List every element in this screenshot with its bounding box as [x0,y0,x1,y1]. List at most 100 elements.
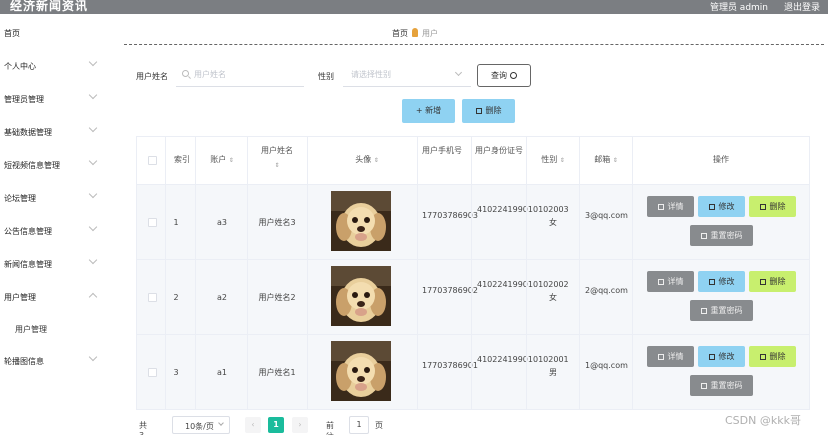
cell-account: a2 [217,293,227,302]
sidebar-item-label: 管理员管理 [4,95,44,104]
page-number-current[interactable]: 1 [268,417,284,433]
column-divider [417,137,418,409]
chevron-down-icon [88,222,98,232]
cell-phone: 17703786903 [422,211,478,220]
detail-button[interactable]: 详情 [647,271,694,292]
sidebar-item-forum[interactable]: 论坛管理 [0,181,110,214]
cell-phone: 17703786902 [422,286,478,295]
sort-icon: ⇕ [228,157,234,164]
chevron-down-icon [454,68,463,77]
cell-gender: 女 [549,218,557,227]
header-gender-label: 性别 [541,155,558,164]
page-size-value: 10条/页 [185,422,214,431]
reset-password-button[interactable]: 重置密码 [690,300,753,321]
header-avatar[interactable]: 头像 ⇕ [327,153,407,168]
sidebar-item-short-video[interactable]: 短视频信息管理 [0,148,110,181]
delete-button-label: 删除 [769,277,786,286]
edit-button-label: 修改 [718,277,735,286]
sidebar-item-personal-center[interactable]: 个人中心 [0,49,110,82]
add-button[interactable]: + 新增 [402,99,455,123]
delete-button[interactable]: 删除 [749,196,796,217]
sidebar-item-users[interactable]: 用户管理 [0,280,110,313]
cell-account: a1 [217,368,227,377]
delete-button[interactable]: 删除 [749,271,796,292]
cell-account: a3 [217,218,227,227]
row-checkbox[interactable] [148,293,157,302]
reset-password-button[interactable]: 重置密码 [690,225,753,246]
user-avatar [331,266,391,326]
sidebar-item-label: 个人中心 [4,62,36,71]
sidebar: 首页 个人中心 管理员管理 基础数据管理 短视频信息管理 论坛管理 公告信息管理… [0,14,110,435]
header-phone[interactable]: 用户手机号 [419,144,465,158]
edit-button[interactable]: 修改 [698,196,745,217]
trash-icon [759,204,766,210]
cell-name: 用户姓名1 [258,368,296,377]
detail-button[interactable]: 详情 [647,196,694,217]
cell-index: 1 [173,218,179,227]
edit-button[interactable]: 修改 [698,271,745,292]
goto-page-input[interactable]: 1 [349,416,369,434]
detail-button-label: 详情 [667,202,684,211]
cell-gender: 男 [549,368,557,377]
sort-icon: ⇕ [612,157,618,164]
sidebar-item-label: 用户管理 [4,293,36,302]
puppy-photo-icon [331,266,391,326]
column-divider [307,137,308,409]
logout-link[interactable]: 退出登录 [784,0,820,13]
select-all-checkbox[interactable] [148,156,157,165]
sidebar-item-label: 公告信息管理 [4,227,52,236]
divider [124,44,824,45]
chevron-down-icon [88,352,98,362]
sidebar-item-admin-management[interactable]: 管理员管理 [0,82,110,115]
breadcrumb-home[interactable]: 首页 [392,29,408,38]
edit-button[interactable]: 修改 [698,346,745,367]
delete-button-label: 删除 [485,106,502,115]
cell-index: 2 [173,293,179,302]
puppy-photo-icon [331,341,391,401]
header-email-label: 邮箱 [594,155,611,164]
page-size-select[interactable]: 10条/页 [172,416,230,434]
detail-button-label: 详情 [667,352,684,361]
cell-idcard: 410224199010102001 [477,355,569,364]
detail-button[interactable]: 详情 [647,346,694,367]
header-gender[interactable]: 性别 ⇕ [527,153,579,168]
cell-name: 用户姓名3 [258,218,296,227]
batch-delete-button[interactable]: 删除 [462,99,515,123]
reset-password-button[interactable]: 重置密码 [690,375,753,396]
user-avatar [331,341,391,401]
sort-icon: ⇕ [274,162,280,169]
column-divider [165,137,166,409]
chevron-down-icon [88,156,98,166]
chevron-down-icon [218,420,224,426]
chevron-down-icon [88,123,98,133]
document-icon [657,354,664,360]
row-checkbox[interactable] [148,218,157,227]
header-idcard[interactable]: 用户身份证号 [475,144,523,158]
reset-password-label: 重置密码 [710,306,743,315]
sidebar-item-carousel[interactable]: 轮播图信息 [0,344,110,377]
table-row: 1 a3 用户姓名3 17703786903 41022419901010200… [137,185,809,260]
header-account[interactable]: 账户 ⇕ [197,153,247,168]
table-header-row: 索引 账户 ⇕ 用户姓名 ⇕ 头像 ⇕ 用户手机号 用户身份证号 性别 ⇕ 邮箱 … [137,137,809,185]
sidebar-item-news[interactable]: 新闻信息管理 [0,247,110,280]
header-name[interactable]: 用户姓名 ⇕ [247,144,307,173]
cell-name: 用户姓名2 [258,293,296,302]
breadcrumb: 首页 用户 [392,28,438,39]
header-email[interactable]: 邮箱 ⇕ [580,153,632,168]
query-button[interactable]: 查询 [477,64,531,87]
chevron-down-icon [88,189,98,199]
sidebar-item-home[interactable]: 首页 [0,16,110,49]
next-page-button[interactable]: › [292,417,308,433]
prev-page-button[interactable]: ‹ [245,417,261,433]
column-divider [471,137,472,409]
delete-button-label: 删除 [769,352,786,361]
detail-button-label: 详情 [667,277,684,286]
sidebar-item-label: 新闻信息管理 [4,260,52,269]
gender-select[interactable]: 请选择性别 [343,63,471,87]
row-checkbox[interactable] [148,368,157,377]
submenu-item-users[interactable]: 用户管理 [0,314,110,344]
name-search-input[interactable]: 用户姓名 [176,63,304,87]
delete-button[interactable]: 删除 [749,346,796,367]
sidebar-item-announcement[interactable]: 公告信息管理 [0,214,110,247]
sidebar-item-basic-data[interactable]: 基础数据管理 [0,115,110,148]
